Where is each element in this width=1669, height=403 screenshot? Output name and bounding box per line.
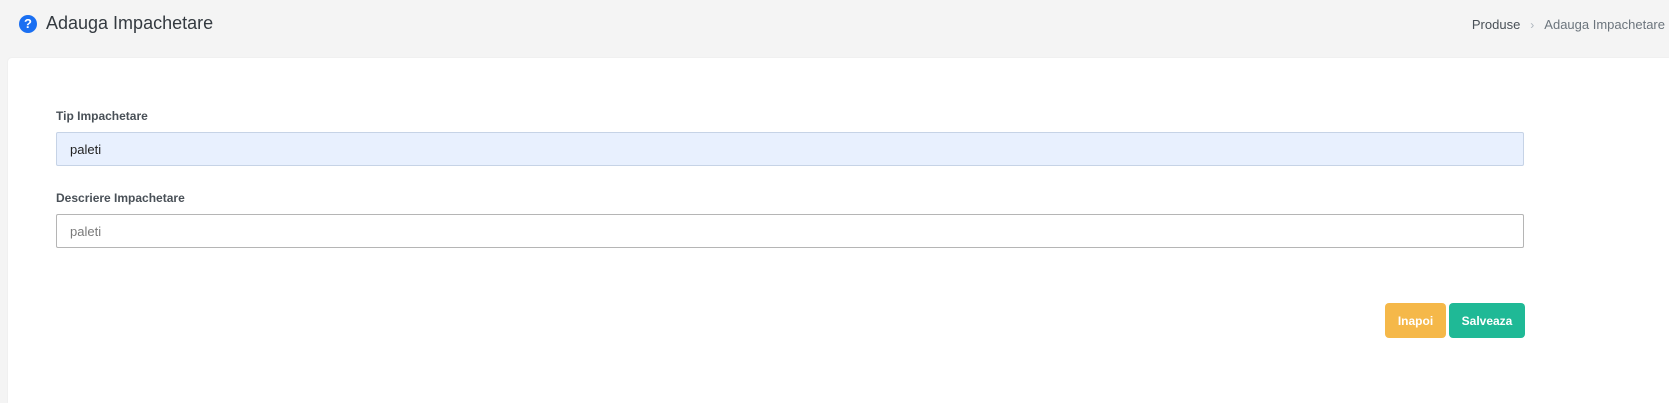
page-header: ? Adauga Impachetare Produse › Adauga Im… (0, 0, 1669, 58)
breadcrumb: Produse › Adauga Impachetare (1472, 17, 1665, 32)
save-button[interactable]: Salveaza (1449, 303, 1525, 338)
question-circle-icon[interactable]: ? (19, 15, 37, 33)
tip-impachetare-label: Tip Impachetare (56, 109, 148, 123)
back-button[interactable]: Inapoi (1385, 303, 1446, 338)
descriere-impachetare-label: Descriere Impachetare (56, 191, 185, 205)
page-title: Adauga Impachetare (46, 13, 214, 33)
tip-impachetare-input[interactable] (56, 132, 1524, 166)
breadcrumb-item-produse[interactable]: Produse (1472, 17, 1520, 32)
breadcrumb-item-current: Adauga Impachetare (1544, 17, 1665, 32)
descriere-impachetare-input[interactable] (56, 214, 1524, 248)
chevron-right-icon: › (1530, 17, 1535, 32)
form-card: Tip Impachetare Descriere Impachetare In… (8, 58, 1669, 403)
